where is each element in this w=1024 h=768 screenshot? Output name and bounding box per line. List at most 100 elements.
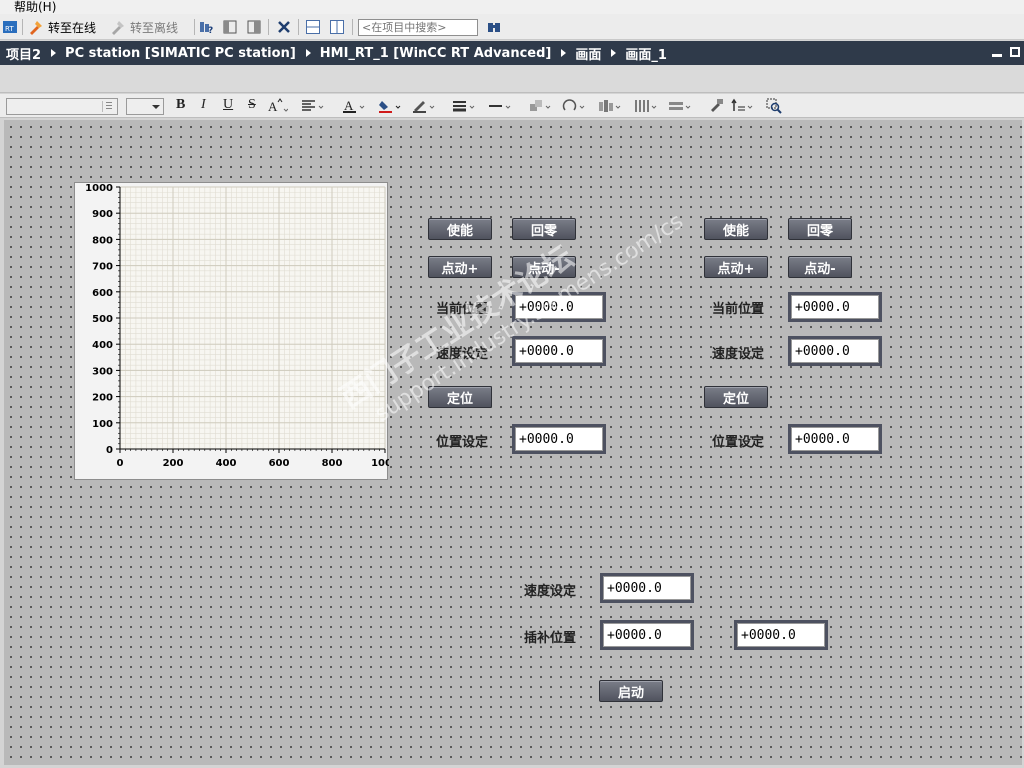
- axis1-current-position-field[interactable]: +0000.0: [512, 292, 606, 322]
- axis2-jog-plus-button[interactable]: 点动+: [704, 256, 768, 278]
- svg-text:A: A: [344, 98, 354, 113]
- y-tick-label: 600: [92, 288, 113, 299]
- interp-start-button[interactable]: 启动: [599, 680, 663, 702]
- accessible-devices-button[interactable]: ?: [199, 18, 215, 36]
- breadcrumb-screen-1[interactable]: 画面_1: [625, 44, 667, 63]
- distribute-icon[interactable]: [598, 98, 621, 114]
- interp-position-x-field[interactable]: +0000.0: [600, 620, 694, 650]
- close-tool-button[interactable]: [276, 18, 292, 36]
- split-vertical-button[interactable]: [329, 18, 345, 36]
- line-width-icon[interactable]: [452, 98, 475, 114]
- breadcrumb-hmi[interactable]: HMI_RT_1 [WinCC RT Advanced]: [320, 46, 552, 61]
- y-tick-label: 900: [92, 209, 113, 220]
- y-tick-label: 1000: [85, 183, 113, 194]
- axis2-enable-button[interactable]: 使能: [704, 218, 768, 240]
- go-offline-button[interactable]: 转至离线: [110, 18, 178, 36]
- trend-chart-svg: 0 200 400 600 800 1000 0 100 200 300 400 500 600 700 8…: [85, 183, 389, 469]
- split-editor-button[interactable]: [222, 18, 238, 36]
- breadcrumb: 项目2 PC station [SIMATIC PC station] HMI_…: [0, 41, 1024, 65]
- accessible-devices-icon: ?: [199, 19, 215, 36]
- menu-help[interactable]: 帮助(H): [14, 0, 56, 15]
- axis1-jog-plus-button[interactable]: 点动+: [428, 256, 492, 278]
- zoom-icon[interactable]: [766, 98, 782, 114]
- interp-speed-setting-field[interactable]: +0000.0: [600, 573, 694, 603]
- fill-color-icon[interactable]: [378, 98, 401, 114]
- search-project-button[interactable]: [486, 18, 502, 36]
- y-tick-label: 200: [92, 393, 113, 404]
- axis2-speed-setting-field[interactable]: +0000.0: [788, 336, 882, 366]
- x-tick-label: 600: [269, 458, 290, 469]
- cross-tools-icon: [276, 19, 292, 35]
- rotate-icon[interactable]: [562, 98, 585, 114]
- split-editor-icon: [222, 19, 238, 35]
- interp-position-y-field[interactable]: +0000.0: [734, 620, 828, 650]
- font-size-up-icon[interactable]: A: [268, 98, 289, 114]
- axis1-position-setting-field[interactable]: +0000.0: [512, 424, 606, 454]
- axis1-positioning-button[interactable]: 定位: [428, 386, 492, 408]
- x-tick-label: 200: [163, 458, 184, 469]
- font-color-icon[interactable]: A: [342, 98, 365, 114]
- underline-button[interactable]: U: [223, 97, 233, 113]
- breadcrumb-station[interactable]: PC station [SIMATIC PC station]: [65, 46, 296, 61]
- x-tick-label: 1000: [371, 458, 389, 469]
- format-painter-icon[interactable]: [708, 98, 724, 114]
- align-left-icon[interactable]: [301, 98, 324, 114]
- align-objects-icon[interactable]: [528, 98, 551, 114]
- axis2-current-position-label: 当前位置: [712, 302, 765, 317]
- axis1-position-setting-label: 位置设定: [436, 435, 489, 450]
- x-tick-label: 0: [117, 458, 124, 469]
- chevron-right-icon: [305, 49, 311, 57]
- axis2-jog-minus-button[interactable]: 点动-: [788, 256, 852, 278]
- binoculars-icon: [486, 19, 502, 35]
- axis2-current-position-field[interactable]: +0000.0: [788, 292, 882, 322]
- compare-icon: [246, 19, 262, 35]
- same-width-icon[interactable]: [634, 98, 657, 114]
- go-online-button[interactable]: 转至在线: [28, 18, 96, 36]
- bold-button[interactable]: B: [176, 97, 185, 113]
- x-tick-label: 800: [322, 458, 343, 469]
- axis2-position-setting-field[interactable]: +0000.0: [788, 424, 882, 454]
- axis2-positioning-button[interactable]: 定位: [704, 386, 768, 408]
- font-family-select[interactable]: [6, 98, 118, 115]
- compare-button[interactable]: [246, 18, 262, 36]
- y-tick-label: 0: [106, 445, 113, 456]
- chevron-right-icon: [561, 49, 567, 57]
- axis1-speed-setting-label: 速度设定: [436, 347, 489, 362]
- go-online-label: 转至在线: [48, 20, 97, 35]
- y-tick-label: 400: [92, 340, 113, 351]
- svg-text:RT: RT: [5, 25, 14, 33]
- editor-header-band: [0, 65, 1024, 93]
- strikethrough-button[interactable]: S: [248, 97, 256, 113]
- go-offline-label: 转至离线: [130, 20, 179, 35]
- breadcrumb-screens[interactable]: 画面: [575, 44, 601, 63]
- f-x-trend-view[interactable]: 0 200 400 600 800 1000 0 100 200 300 400 500 600 700 8…: [74, 182, 389, 480]
- axis1-speed-setting-field[interactable]: +0000.0: [512, 336, 606, 366]
- project-search-input[interactable]: [358, 19, 478, 36]
- maximize-icon[interactable]: [1010, 47, 1020, 57]
- breadcrumb-project[interactable]: 项目2: [6, 44, 41, 63]
- layer-order-icon[interactable]: [730, 98, 753, 114]
- chevron-right-icon: [611, 49, 617, 57]
- line-style-icon[interactable]: [488, 98, 511, 114]
- minimize-icon[interactable]: [992, 47, 1002, 57]
- y-tick-label: 700: [92, 262, 113, 273]
- axis1-home-button[interactable]: 回零: [512, 218, 576, 240]
- font-size-select[interactable]: [126, 98, 164, 115]
- axis2-home-button[interactable]: 回零: [788, 218, 852, 240]
- axis1-jog-minus-button[interactable]: 点动-: [512, 256, 576, 278]
- svg-text:A: A: [268, 99, 278, 114]
- format-toolbar: B I U S A A: [0, 94, 1024, 118]
- x-tick-label: 400: [216, 458, 237, 469]
- split-horizontal-button[interactable]: [305, 18, 321, 36]
- same-height-icon[interactable]: [668, 98, 691, 114]
- split-horizontal-icon: [305, 19, 321, 35]
- italic-button[interactable]: I: [201, 97, 206, 113]
- y-tick-label: 300: [92, 366, 113, 377]
- go-offline-icon: [110, 19, 126, 35]
- axis1-enable-button[interactable]: 使能: [428, 218, 492, 240]
- axis1-current-position-label: 当前位置: [436, 302, 489, 317]
- axis2-speed-setting-label: 速度设定: [712, 347, 765, 362]
- interp-position-label: 插补位置: [524, 631, 577, 646]
- line-color-icon[interactable]: [412, 98, 435, 114]
- runtime-start-button[interactable]: RT: [2, 18, 18, 36]
